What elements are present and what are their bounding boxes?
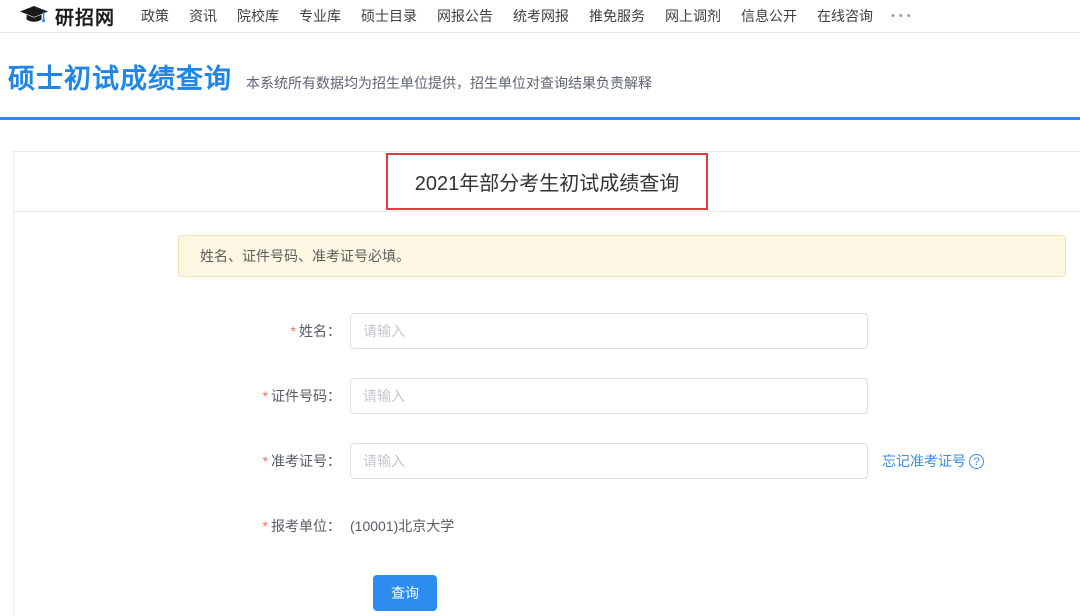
admission-ticket-input[interactable]: [350, 443, 868, 479]
nav-item-shuoshimulu[interactable]: 硕士目录: [361, 6, 417, 26]
required-asterisk: *: [291, 323, 296, 339]
nav-item-zhengce[interactable]: 政策: [141, 6, 169, 26]
top-nav: 研招网 政策 资讯 院校库 专业库 硕士目录 网报公告 统考网报 推免服务 网上…: [0, 0, 1080, 33]
form-row-submit: 查询: [14, 575, 1080, 611]
name-input[interactable]: [350, 313, 868, 349]
form-row-name: *姓名：: [14, 313, 1080, 349]
required-asterisk: *: [263, 453, 268, 469]
nav-item-tuimianfuwu[interactable]: 推免服务: [589, 6, 645, 26]
annotation-box: 2021年部分考生初试成绩查询: [386, 153, 709, 210]
admission-ticket-label: *准考证号：: [14, 451, 341, 471]
more-icon[interactable]: •••: [891, 10, 915, 22]
target-institution-label: *报考单位：: [14, 516, 341, 536]
target-institution-value: (10001)北京大学: [350, 516, 454, 536]
form-row-admission-ticket: *准考证号： 忘记准考证号?: [14, 443, 1080, 479]
nav-item-tongkaowangbao[interactable]: 统考网报: [513, 6, 569, 26]
nav-item-wangshangtiaoji[interactable]: 网上调剂: [665, 6, 721, 26]
nav-item-yuanxiaoku[interactable]: 院校库: [237, 6, 279, 26]
required-asterisk: *: [263, 518, 268, 534]
nav-item-zixun[interactable]: 资讯: [189, 6, 217, 26]
nav-item-zhuanyeku[interactable]: 专业库: [299, 6, 341, 26]
query-panel: 2021年部分考生初试成绩查询 姓名、证件号码、准考证号必填。 *姓名： *证件…: [13, 151, 1080, 616]
form-row-id-number: *证件号码：: [14, 378, 1080, 414]
nav-item-zaixianzixun[interactable]: 在线咨询: [817, 6, 873, 26]
page-header: 硕士初试成绩查询 本系统所有数据均为招生单位提供，招生单位对查询结果负责解释: [0, 33, 1080, 120]
panel-title-bar: 2021年部分考生初试成绩查询: [14, 152, 1080, 212]
id-number-label: *证件号码：: [14, 386, 341, 406]
name-label: *姓名：: [14, 321, 341, 341]
forgot-ticket-link[interactable]: 忘记准考证号?: [882, 451, 984, 471]
required-fields-alert: 姓名、证件号码、准考证号必填。: [178, 235, 1066, 277]
panel-title: 2021年部分考生初试成绩查询: [415, 173, 680, 195]
graduation-cap-icon: [20, 6, 48, 26]
query-button[interactable]: 查询: [373, 575, 437, 611]
id-number-input[interactable]: [350, 378, 868, 414]
help-circle-icon: ?: [969, 454, 984, 469]
panel-body: 姓名、证件号码、准考证号必填。 *姓名： *证件号码： *准考证号： 忘记准考证…: [14, 212, 1080, 616]
logo-text: 研招网: [55, 3, 115, 30]
form-row-target-institution: *报考单位： (10001)北京大学: [14, 508, 1080, 544]
page-title: 硕士初试成绩查询: [8, 57, 232, 96]
page-subtitle: 本系统所有数据均为招生单位提供，招生单位对查询结果负责解释: [246, 73, 652, 93]
nav-item-wangbaogonggao[interactable]: 网报公告: [437, 6, 493, 26]
nav-item-xinxigongkai[interactable]: 信息公开: [741, 6, 797, 26]
main-content: 2021年部分考生初试成绩查询 姓名、证件号码、准考证号必填。 *姓名： *证件…: [0, 151, 1080, 616]
main-nav: 政策 资讯 院校库 专业库 硕士目录 网报公告 统考网报 推免服务 网上调剂 信…: [141, 6, 873, 26]
site-logo[interactable]: 研招网: [20, 3, 115, 30]
required-asterisk: *: [263, 388, 268, 404]
